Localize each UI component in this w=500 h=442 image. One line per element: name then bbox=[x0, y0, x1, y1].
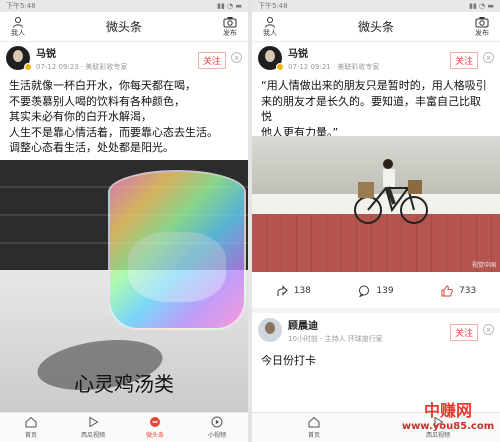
top-navbar: 我人 微头条 发布 bbox=[0, 12, 248, 42]
status-time: 下午5:48 bbox=[258, 2, 288, 10]
tab-xigua-video[interactable]: 西瓜视频 bbox=[62, 413, 124, 442]
author-name[interactable]: 马锐 bbox=[36, 45, 127, 60]
profile-button[interactable]: 我人 bbox=[6, 16, 30, 38]
profile-label: 我人 bbox=[263, 28, 277, 37]
publish-button[interactable]: 发布 bbox=[470, 16, 494, 38]
text-line: 不要羡慕别人喝的饮料有各种颜色， bbox=[9, 94, 185, 108]
status-time: 下午5:48 bbox=[6, 2, 36, 10]
text-line: 其实未必有你的白开水解渴， bbox=[9, 110, 152, 123]
text-line: 调整心态看生活，处处都是阳光。 bbox=[9, 141, 174, 154]
right-screen: 下午5:48 ▮▮ ◔ ▬ 我人 微头条 发布 马锐 07-12 09:21 ·… bbox=[252, 0, 500, 442]
share-icon bbox=[277, 285, 288, 296]
post-meta: 10小时前 · 主持人 环球旅行家 bbox=[288, 334, 383, 343]
post-text: “用人情做出来的朋友只是暂时的，用人格吸引 来的朋友才是长久的。要知道，丰富自己… bbox=[252, 74, 500, 140]
profile-label: 我人 bbox=[11, 28, 25, 37]
comment-icon bbox=[359, 285, 370, 297]
text-line: 人生不是靠心情活着，而要靠心态去生活。 bbox=[9, 125, 218, 139]
person-icon bbox=[13, 16, 23, 28]
bottom-tabbar: 首页 西瓜视频 微头条 小视频 bbox=[0, 412, 248, 442]
post-text: 生活就像一杯白开水，你每天都在喝， 不要羡慕别人喝的饮料有各种颜色， 其实未必有… bbox=[0, 74, 248, 156]
post-image[interactable]: 心灵鸡汤类 bbox=[0, 160, 248, 412]
text-line: “用人情做出来的朋友只是暂时的，用人格吸引 bbox=[261, 79, 487, 92]
top-navbar: 我人 微头条 发布 bbox=[252, 12, 500, 42]
page-title: 微头条 bbox=[105, 20, 142, 34]
post-actions: 138 139 733 bbox=[252, 280, 500, 302]
verified-badge-icon bbox=[24, 63, 32, 71]
tab-label: 小视频 bbox=[207, 432, 226, 439]
play-icon bbox=[89, 416, 99, 428]
comment-count: 139 bbox=[376, 286, 394, 296]
microhead-icon bbox=[150, 417, 160, 427]
tab-microhead[interactable]: 微头条 bbox=[124, 413, 186, 442]
post-meta: 07-12 09:21 · 美联彩收专家 bbox=[288, 62, 380, 71]
author-name[interactable]: 马锐 bbox=[288, 45, 379, 60]
text-line: 来的朋友才是长久的。要知道，丰富自己比取悦 bbox=[261, 94, 481, 124]
verified-badge-icon bbox=[276, 63, 284, 71]
rainbow-glass bbox=[108, 170, 246, 330]
tab-label: 西瓜视频 bbox=[80, 432, 105, 439]
follow-button[interactable]: 关注 bbox=[449, 324, 478, 341]
watermark-url: www.you85.com bbox=[401, 421, 495, 432]
share-count: 138 bbox=[293, 286, 311, 296]
image-credit: 视觉中国 bbox=[471, 262, 496, 269]
tab-label: 首页 bbox=[307, 432, 320, 439]
publish-label: 发布 bbox=[474, 28, 489, 37]
image-caption: 心灵鸡汤类 bbox=[74, 372, 174, 396]
tab-home[interactable]: 首页 bbox=[0, 413, 62, 442]
page-title: 微头条 bbox=[357, 20, 394, 34]
post-header: 马锐 07-12 09:23 · 美联彩收专家 关注 × bbox=[0, 42, 248, 74]
tab-label: 微头条 bbox=[145, 432, 164, 439]
follow-button[interactable]: 关注 bbox=[197, 52, 226, 69]
like-count: 733 bbox=[459, 286, 477, 296]
author-name[interactable]: 顾晨迪 bbox=[288, 317, 383, 332]
post-header: 马锐 07-12 09:21 · 美联彩收专家 关注 × bbox=[252, 42, 500, 74]
person-icon bbox=[265, 16, 275, 28]
publish-button[interactable]: 发布 bbox=[218, 16, 242, 38]
home-icon bbox=[25, 416, 37, 428]
site-watermark: 中赚网 www.you85.com bbox=[396, 402, 500, 442]
post-text: 今日份打卡 bbox=[261, 354, 316, 367]
text-line: 生活就像一杯白开水，你每天都在喝， bbox=[9, 79, 196, 92]
like-button[interactable]: 733 bbox=[441, 285, 476, 297]
post-separator bbox=[252, 308, 500, 313]
watermark-brand: 中赚网 bbox=[423, 401, 472, 420]
dismiss-icon[interactable]: × bbox=[231, 52, 242, 63]
comment-button[interactable]: 139 bbox=[358, 285, 394, 297]
publish-label: 发布 bbox=[222, 28, 237, 37]
tab-label: 首页 bbox=[24, 432, 37, 439]
thumbs-up-icon bbox=[441, 285, 453, 297]
dismiss-icon[interactable]: × bbox=[483, 324, 494, 335]
post-meta: 07-12 09:23 · 美联彩收专家 bbox=[36, 62, 128, 71]
camera-icon bbox=[475, 16, 489, 27]
status-icons: ▮▮ ◔ ▬ bbox=[217, 2, 242, 10]
share-button[interactable]: 138 bbox=[276, 285, 311, 297]
status-bar: 下午5:48 ▮▮ ◔ ▬ bbox=[0, 0, 248, 12]
next-post: 顾晨迪 10小时前 · 主持人 环球旅行家 关注 × 今日份打卡 bbox=[252, 314, 500, 368]
post-header: 顾晨迪 10小时前 · 主持人 环球旅行家 关注 × bbox=[252, 314, 500, 346]
follow-button[interactable]: 关注 bbox=[449, 52, 478, 69]
video-icon bbox=[211, 416, 223, 428]
tab-home[interactable]: 首页 bbox=[252, 413, 376, 442]
camera-icon bbox=[223, 16, 237, 27]
dismiss-icon[interactable]: × bbox=[483, 52, 494, 63]
profile-button[interactable]: 我人 bbox=[258, 16, 282, 38]
cyclist-illustration bbox=[354, 159, 428, 224]
home-icon bbox=[308, 416, 320, 428]
left-screen: 下午5:48 ▮▮ ◔ ▬ 我人 微头条 发布 马锐 07-12 09:23 ·… bbox=[0, 0, 248, 442]
tab-short-video[interactable]: 小视频 bbox=[186, 413, 248, 442]
post-image[interactable]: 视觉中国 bbox=[252, 136, 500, 272]
status-icons: ▮▮ ◔ ▬ bbox=[469, 2, 494, 10]
status-bar: 下午5:48 ▮▮ ◔ ▬ bbox=[252, 0, 500, 12]
avatar[interactable] bbox=[258, 318, 282, 342]
